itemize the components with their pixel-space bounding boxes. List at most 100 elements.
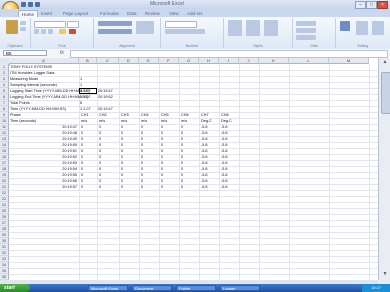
data-value-cell[interactable]: 0 (99, 184, 101, 190)
vertical-scrollbar[interactable]: ▲ ▼ (378, 58, 390, 280)
column-header-c[interactable]: C (97, 58, 119, 64)
name-box[interactable]: B5 (3, 50, 47, 56)
column-header-i[interactable]: I (219, 58, 239, 64)
insert-cells-icon[interactable] (296, 21, 316, 26)
column-header-k[interactable]: K (259, 58, 289, 64)
gridline (9, 232, 378, 233)
tab-review[interactable]: Review (142, 10, 163, 17)
fx-icon[interactable]: fx (60, 50, 64, 56)
paste-icon[interactable] (6, 20, 18, 34)
data-time-cell[interactable]: 20:19:57 (10, 184, 77, 190)
cell-styles-icon[interactable] (264, 20, 278, 36)
find-select-icon[interactable] (372, 21, 384, 35)
tab-formulas[interactable]: Formulas (97, 10, 122, 17)
minimize-button[interactable]: – (355, 1, 366, 9)
column-header-d[interactable]: D (119, 58, 139, 64)
window-title: Microsoft Excel (150, 1, 184, 7)
indent-icons[interactable] (98, 29, 132, 34)
gridline (9, 118, 378, 119)
data-value-cell[interactable]: 0 (121, 184, 123, 190)
title-bar: Microsoft Excel – □ × (0, 0, 390, 18)
gridline (9, 196, 378, 197)
tab-data[interactable]: Data (124, 10, 140, 17)
data-value-cell[interactable]: -5.8 (201, 184, 208, 190)
underline-icon[interactable] (48, 29, 53, 34)
font-color-icon[interactable] (69, 29, 76, 34)
worksheet-grid[interactable]: A B C D E F G H I J K L M 1 2 3 4 5 6 7 8 9 10 11 12 13 14 15 16 17 18… (0, 58, 378, 280)
gridline (9, 220, 378, 221)
start-button[interactable]: start (0, 284, 30, 292)
cut-icon[interactable] (20, 21, 26, 25)
save-icon[interactable] (21, 2, 26, 7)
editing-group: Editing (336, 18, 390, 48)
align-icons[interactable] (98, 21, 132, 26)
font-label: Font (58, 44, 66, 48)
scroll-up-icon[interactable]: ▲ (381, 59, 389, 66)
redo-icon[interactable] (35, 2, 40, 7)
number-label: Number (185, 44, 199, 48)
undo-icon[interactable] (28, 2, 33, 7)
scroll-thumb[interactable] (381, 72, 390, 114)
taskbar: start Microsoft Excel Document Folder Lo… (0, 284, 390, 292)
number-format-select[interactable] (165, 21, 197, 28)
column-header-m[interactable]: M (329, 58, 369, 64)
taskbar-button-excel[interactable]: Microsoft Excel (88, 285, 128, 291)
cell-c6[interactable]: 20:19:52 (98, 94, 113, 100)
gridline (9, 100, 378, 101)
taskbar-button-folder[interactable]: Folder (176, 285, 216, 291)
column-header-j[interactable]: J (239, 58, 259, 64)
italic-icon[interactable] (41, 29, 46, 34)
sort-filter-icon[interactable] (356, 21, 368, 35)
selected-cell[interactable] (79, 88, 97, 94)
data-value-cell[interactable]: 0 (141, 184, 143, 190)
conditional-formatting-icon[interactable] (228, 20, 242, 36)
gridline (9, 268, 378, 269)
delete-cells-icon[interactable] (296, 28, 316, 33)
format-as-table-icon[interactable] (246, 20, 260, 36)
gridline (9, 112, 378, 113)
tab-page-layout[interactable]: Page Layout (60, 10, 91, 17)
gridline (9, 256, 378, 257)
column-header-g[interactable]: G (179, 58, 199, 64)
gridline (9, 208, 378, 209)
font-size-select[interactable] (67, 21, 79, 28)
format-cells-icon[interactable] (296, 35, 316, 40)
tab-insert[interactable]: Insert (38, 10, 55, 17)
data-value-cell[interactable]: -5.8 (221, 184, 228, 190)
fill-color-icon[interactable] (59, 29, 66, 34)
column-header-b[interactable]: B (79, 58, 97, 64)
column-header-e[interactable]: E (139, 58, 159, 64)
column-header-l[interactable]: L (289, 58, 329, 64)
data-value-cell[interactable]: 0 (181, 184, 183, 190)
cells-group: Cells (293, 18, 336, 48)
scroll-down-icon[interactable]: ▼ (381, 271, 389, 278)
styles-group: Styles (224, 18, 293, 48)
styles-label: Styles (253, 44, 263, 48)
maximize-button[interactable]: □ (366, 1, 377, 9)
column-header-f[interactable]: F (159, 58, 179, 64)
bold-icon[interactable] (34, 29, 39, 34)
number-group: Number (161, 18, 224, 48)
tab-view[interactable]: View (166, 10, 182, 17)
gridline (9, 214, 378, 215)
sum-icon[interactable] (340, 21, 350, 31)
data-value-cell[interactable]: 0 (161, 184, 163, 190)
copy-icon[interactable] (20, 27, 26, 31)
tab-add-ins[interactable]: Add-Ins (184, 10, 206, 17)
alignment-group: Alignment (94, 18, 161, 48)
gridline (9, 82, 378, 83)
gridline (9, 262, 378, 263)
gridline (9, 76, 378, 77)
taskbar-button-logger[interactable]: Logger (220, 285, 260, 291)
font-name-select[interactable] (34, 21, 66, 28)
wrap-merge-icon[interactable] (136, 21, 154, 34)
gridline (9, 202, 378, 203)
column-header-h[interactable]: H (199, 58, 219, 64)
number-format-icons[interactable] (165, 29, 205, 34)
cells-label: Cells (310, 44, 318, 48)
taskbar-button-document[interactable]: Document (132, 285, 172, 291)
close-button[interactable]: × (377, 1, 388, 9)
data-value-cell[interactable]: 0 (81, 184, 83, 190)
formula-input[interactable] (70, 50, 388, 58)
editing-label: Editing (357, 44, 369, 48)
